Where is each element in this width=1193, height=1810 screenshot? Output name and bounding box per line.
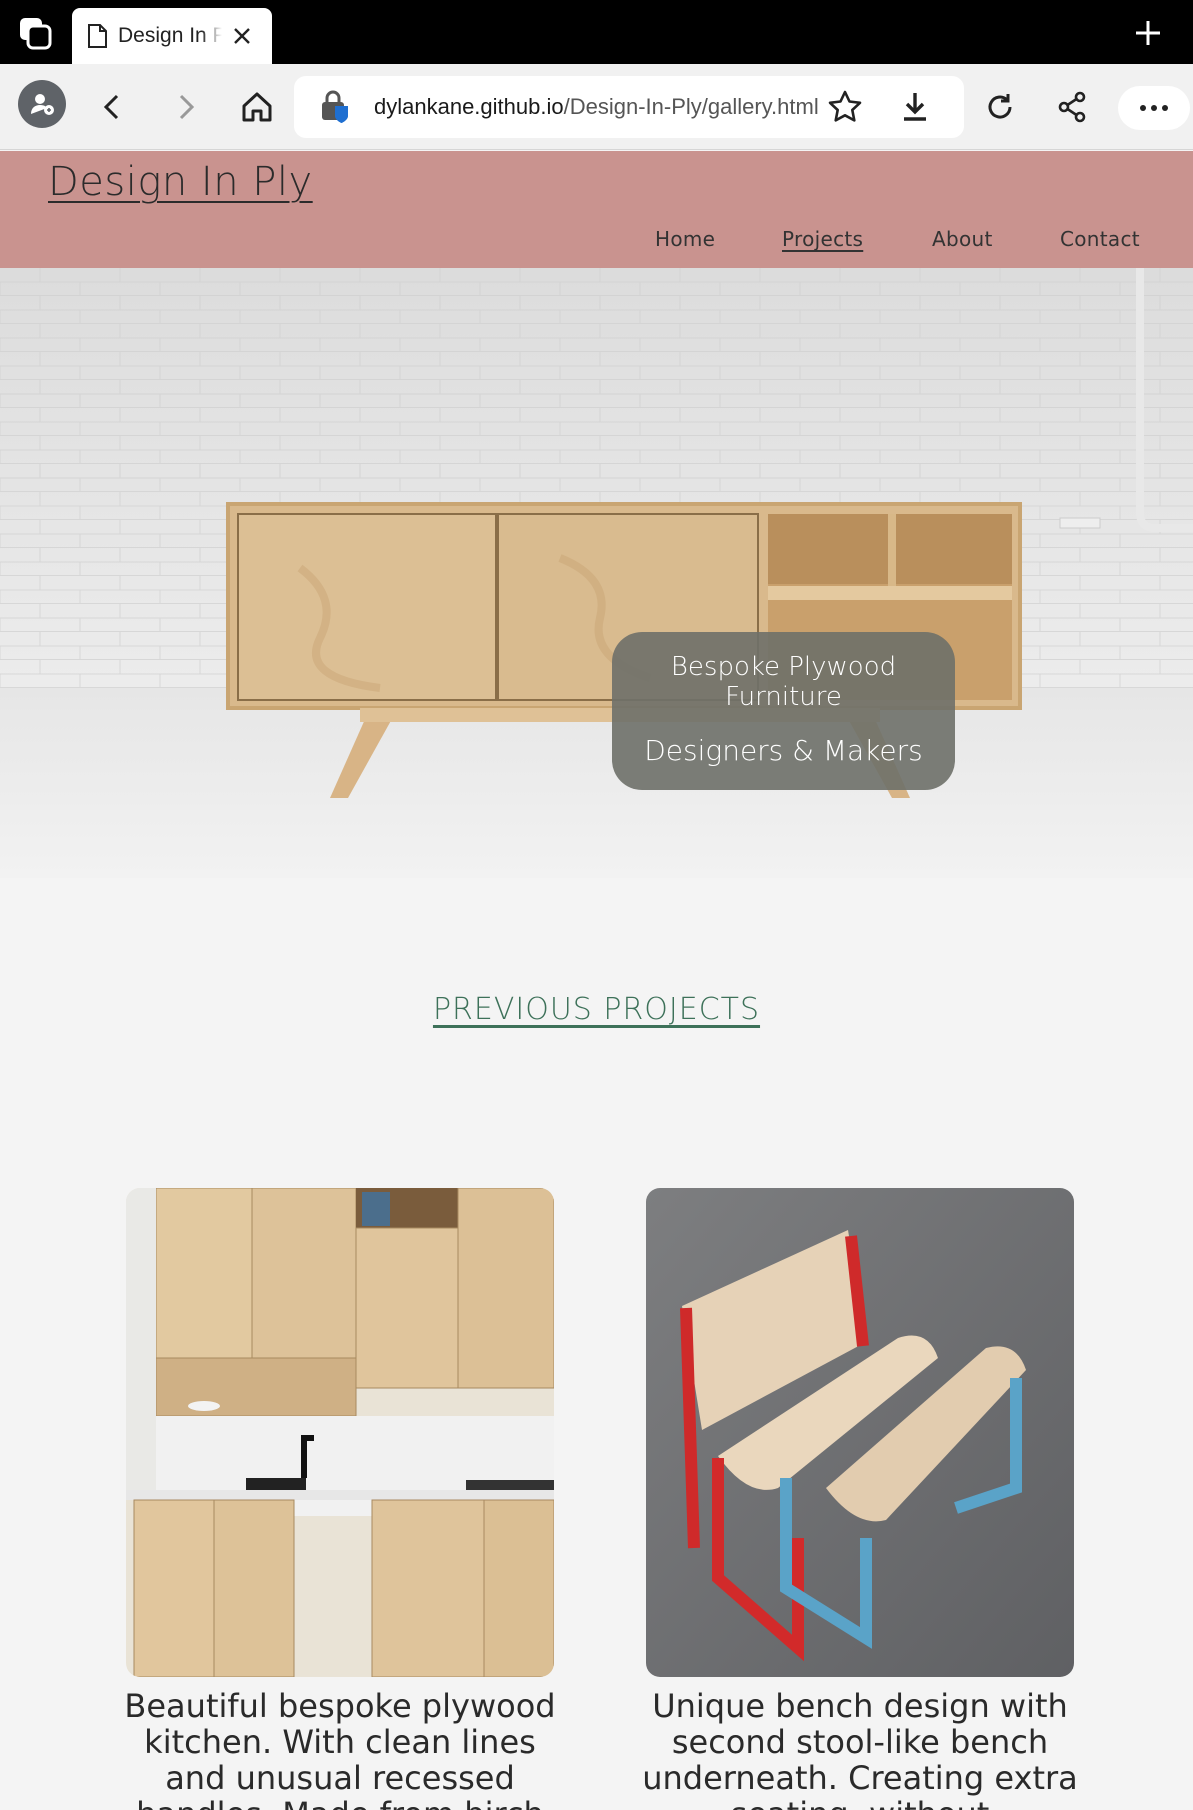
profile-avatar-icon[interactable] bbox=[18, 80, 66, 128]
browser-tab-bar: Design In Ply bbox=[0, 0, 1193, 64]
nav-contact[interactable]: Contact bbox=[1060, 227, 1140, 251]
sideboard-hero-image bbox=[0, 268, 1193, 878]
site-header: Design In Ply Home Projects About Contac… bbox=[0, 151, 1193, 268]
nav-home[interactable]: Home bbox=[655, 227, 715, 251]
close-tab-icon[interactable] bbox=[230, 24, 254, 48]
hero-banner: Bespoke Plywood Furniture Designers & Ma… bbox=[0, 268, 1193, 878]
new-tab-icon[interactable] bbox=[1133, 18, 1163, 48]
site-info-icon[interactable] bbox=[318, 90, 352, 124]
tab-title: Design In Ply bbox=[118, 24, 222, 47]
nav-projects[interactable]: Projects bbox=[782, 227, 863, 251]
address-bar[interactable]: dylankane.github.io/Design-In-Ply/galler… bbox=[294, 76, 964, 138]
section-title[interactable]: PREVIOUS PROJECTS bbox=[0, 992, 1193, 1027]
browser-toolbar: dylankane.github.io/Design-In-Ply/galler… bbox=[0, 64, 1193, 150]
share-icon[interactable] bbox=[1047, 82, 1097, 132]
project-image-kitchen[interactable] bbox=[126, 1188, 554, 1677]
url-text: dylankane.github.io/Design-In-Ply/galler… bbox=[374, 94, 819, 120]
hero-subtitle: Designers & Makers bbox=[644, 734, 923, 767]
url-host: dylankane.github.io bbox=[374, 94, 564, 119]
back-icon[interactable] bbox=[88, 82, 138, 132]
project-caption-kitchen: Beautiful bespoke plywood kitchen. With … bbox=[124, 1687, 556, 1810]
hero-caption: Bespoke Plywood Furniture Designers & Ma… bbox=[612, 632, 955, 790]
more-options-icon[interactable] bbox=[1118, 86, 1190, 130]
tab-switcher-icon[interactable] bbox=[16, 14, 56, 54]
home-icon[interactable] bbox=[232, 82, 282, 132]
download-icon[interactable] bbox=[896, 88, 934, 126]
forward-icon[interactable] bbox=[160, 82, 210, 132]
site-logo[interactable]: Design In Ply bbox=[48, 159, 313, 205]
nav-about[interactable]: About bbox=[932, 227, 993, 251]
hero-tagline: Bespoke Plywood Furniture bbox=[670, 652, 897, 712]
reload-icon[interactable] bbox=[975, 82, 1025, 132]
project-caption-bench: Unique bench design with second stool-li… bbox=[642, 1687, 1078, 1810]
browser-tab[interactable]: Design In Ply bbox=[72, 8, 272, 64]
project-image-bench[interactable] bbox=[646, 1188, 1074, 1677]
page-icon bbox=[88, 24, 107, 48]
url-path: /Design-In-Ply/gallery.html bbox=[563, 94, 819, 119]
favorite-star-icon[interactable] bbox=[826, 88, 864, 126]
